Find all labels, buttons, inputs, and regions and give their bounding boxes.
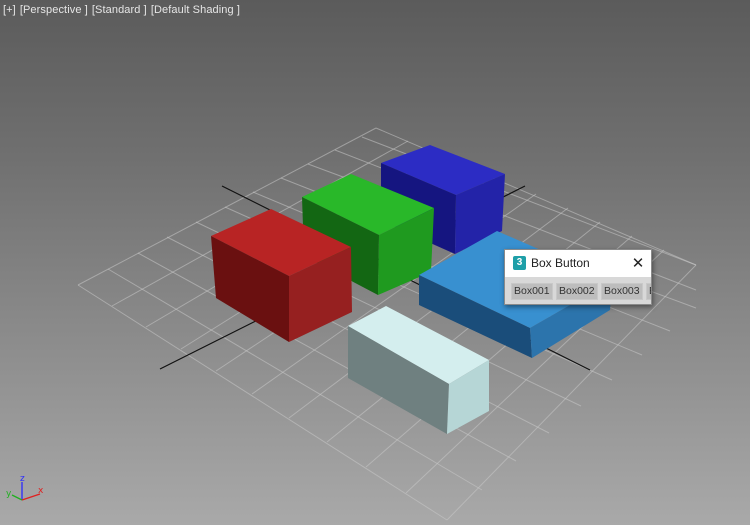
dialog-titlebar[interactable]: 3 Box Button ✕ xyxy=(505,250,651,277)
dialog-title: Box Button xyxy=(531,256,590,270)
axis-z-label: z xyxy=(20,474,25,484)
axis-x-label: x xyxy=(38,486,44,496)
box-button-dialog[interactable]: 3 Box Button ✕ Box001 Box002 Box003 B xyxy=(504,249,652,305)
box004-button[interactable]: B xyxy=(646,283,651,300)
dialog-body: Box001 Box002 Box003 B xyxy=(505,277,651,304)
axis-y-line xyxy=(11,494,23,501)
axis-gizmo: z x y xyxy=(6,474,44,501)
box001-button[interactable]: Box001 xyxy=(511,283,553,300)
close-icon[interactable]: ✕ xyxy=(630,255,646,271)
axis-y-label: y xyxy=(6,489,12,499)
box003-button[interactable]: Box003 xyxy=(601,283,643,300)
3dsmax-app-icon: 3 xyxy=(513,256,526,270)
box002-button[interactable]: Box002 xyxy=(556,283,598,300)
